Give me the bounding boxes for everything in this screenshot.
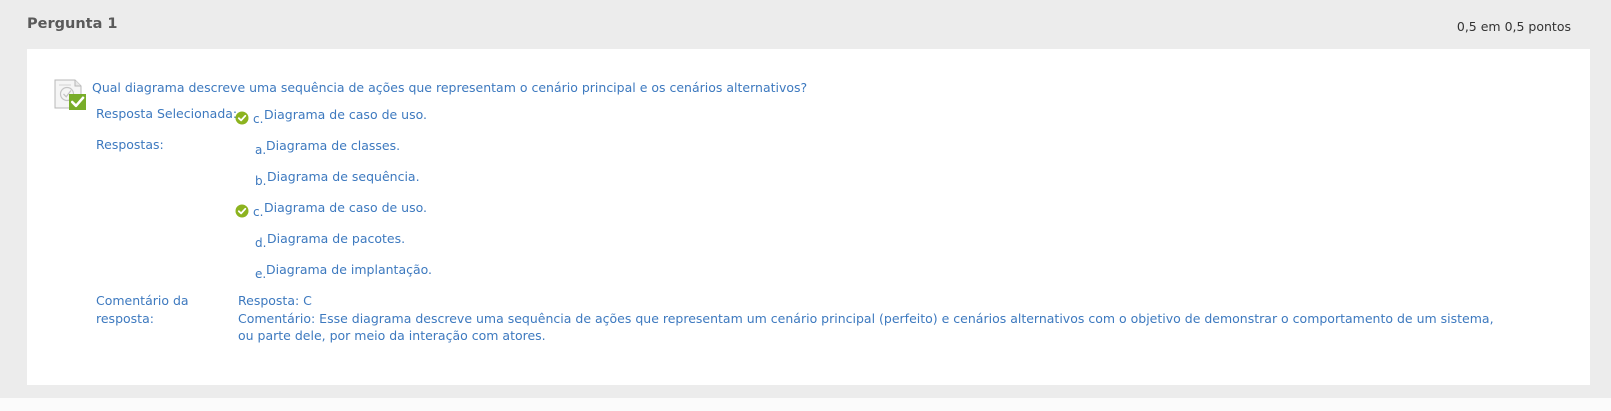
check-circle-icon (235, 203, 249, 218)
answer-text: Diagrama de classes. (266, 138, 401, 153)
question-points: 0,5 em 0,5 pontos (1456, 19, 1571, 34)
feedback-label: Comentário da resposta: (96, 292, 189, 327)
question-header: Pergunta 1 0,5 em 0,5 pontos (27, 14, 1571, 34)
answer-letter: e. (255, 267, 267, 281)
answer-letter: a. (255, 143, 267, 157)
correct-answer-icon (53, 78, 87, 112)
question-card: Qual diagrama descreve uma sequência de … (27, 49, 1590, 385)
feedback-content: Resposta: C Comentário: Esse diagrama de… (238, 292, 1513, 345)
answer-text: Diagrama de pacotes. (267, 231, 406, 246)
answer-letter: b. (255, 174, 267, 188)
answer-letter: c. (253, 205, 264, 219)
question-text: Qual diagrama descreve uma sequência de … (92, 80, 808, 95)
feedback-label-line-2: resposta: (96, 310, 154, 326)
feedback-comment: Comentário: Esse diagrama descreve uma s… (238, 310, 1494, 344)
answer-letter: d. (255, 236, 267, 250)
selected-answer-label: Resposta Selecionada: (96, 106, 238, 121)
answer-text: Diagrama de caso de uso. (264, 200, 428, 215)
selected-answer-text: Diagrama de caso de uso. (264, 107, 428, 122)
question-title: Pergunta 1 (27, 16, 118, 32)
answer-text: Diagrama de sequência. (267, 169, 420, 184)
feedback-label-line-1: Comentário da (96, 293, 189, 308)
feedback-answer: Resposta: C (238, 293, 312, 308)
check-circle-icon (235, 110, 249, 125)
answer-text: Diagrama de implantação. (266, 262, 433, 277)
selected-answer-letter: c. (253, 112, 264, 126)
answers-label: Respostas: (96, 137, 164, 152)
page-bottom-strip (0, 398, 1611, 411)
